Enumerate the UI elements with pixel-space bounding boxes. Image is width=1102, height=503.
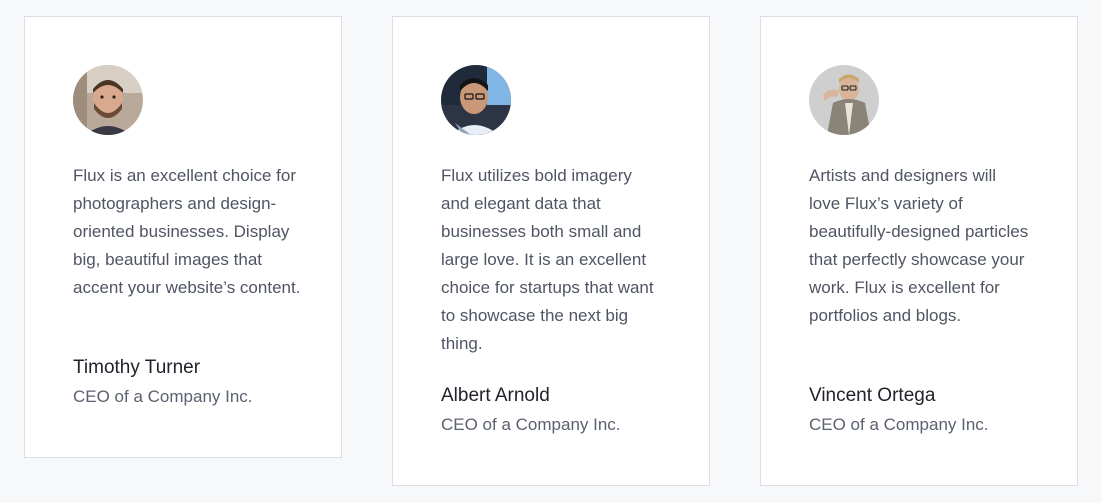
avatar — [809, 65, 879, 135]
testimonial-card: Flux utilizes bold imagery and elegant d… — [392, 16, 710, 486]
avatar-photo-bearded-man-icon — [73, 65, 143, 135]
testimonial-author-role: CEO of a Company Inc. — [441, 415, 621, 434]
testimonial-author-name: Timothy Turner — [73, 357, 201, 378]
testimonial-quote: Artists and designers will love Flux’s v… — [809, 166, 1029, 325]
avatar — [441, 65, 511, 135]
testimonial-author-name: Albert Arnold — [441, 385, 550, 406]
testimonial-author-name: Vincent Ortega — [809, 385, 936, 406]
avatar-photo-man-with-glasses-icon — [809, 65, 879, 135]
testimonial-quote: Flux utilizes bold imagery and elegant d… — [441, 166, 654, 353]
testimonial-author-role: CEO of a Company Inc. — [809, 415, 989, 434]
testimonial-card: Artists and designers will love Flux’s v… — [760, 16, 1078, 486]
testimonial-author-role: CEO of a Company Inc. — [73, 387, 253, 406]
testimonial-card: Flux is an excellent choice for photogra… — [24, 16, 342, 458]
avatar-photo-man-in-car-icon — [441, 65, 511, 135]
avatar — [73, 65, 143, 135]
testimonials-grid: Flux is an excellent choice for photogra… — [0, 0, 1102, 503]
testimonial-quote: Flux is an excellent choice for photogra… — [73, 166, 301, 297]
